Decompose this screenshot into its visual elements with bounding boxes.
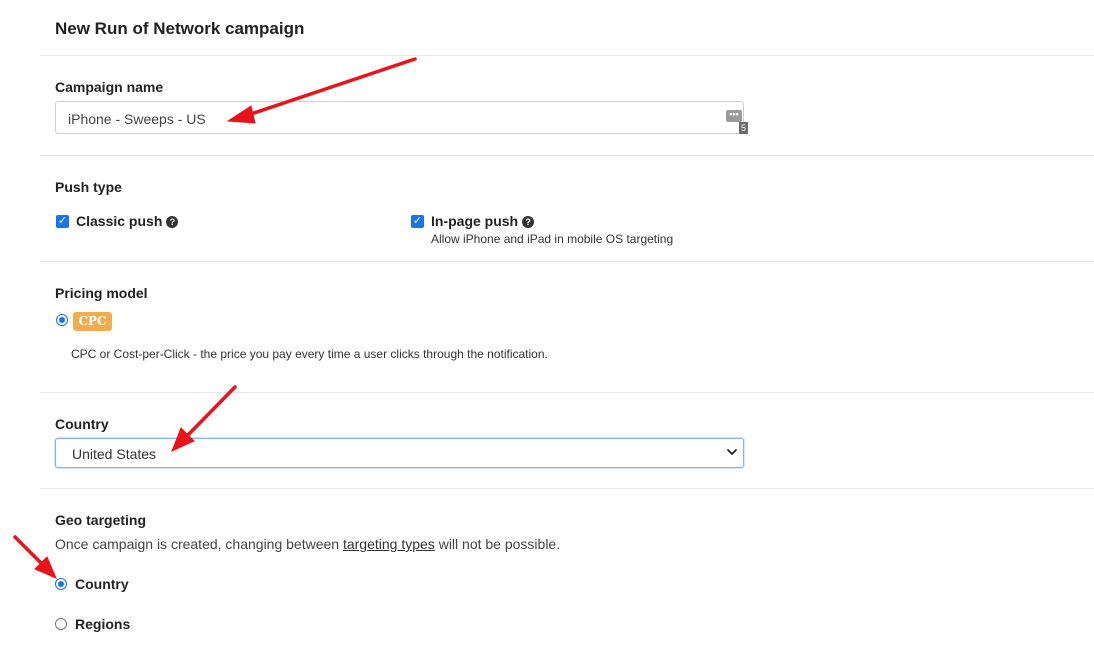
arrow-to-campaign-name [246, 57, 417, 117]
arrow-to-country-select [185, 385, 237, 438]
annotation-arrow [13, 57, 417, 579]
annotation-arrows [13, 57, 417, 579]
arrow-to-country-radio [13, 535, 46, 568]
